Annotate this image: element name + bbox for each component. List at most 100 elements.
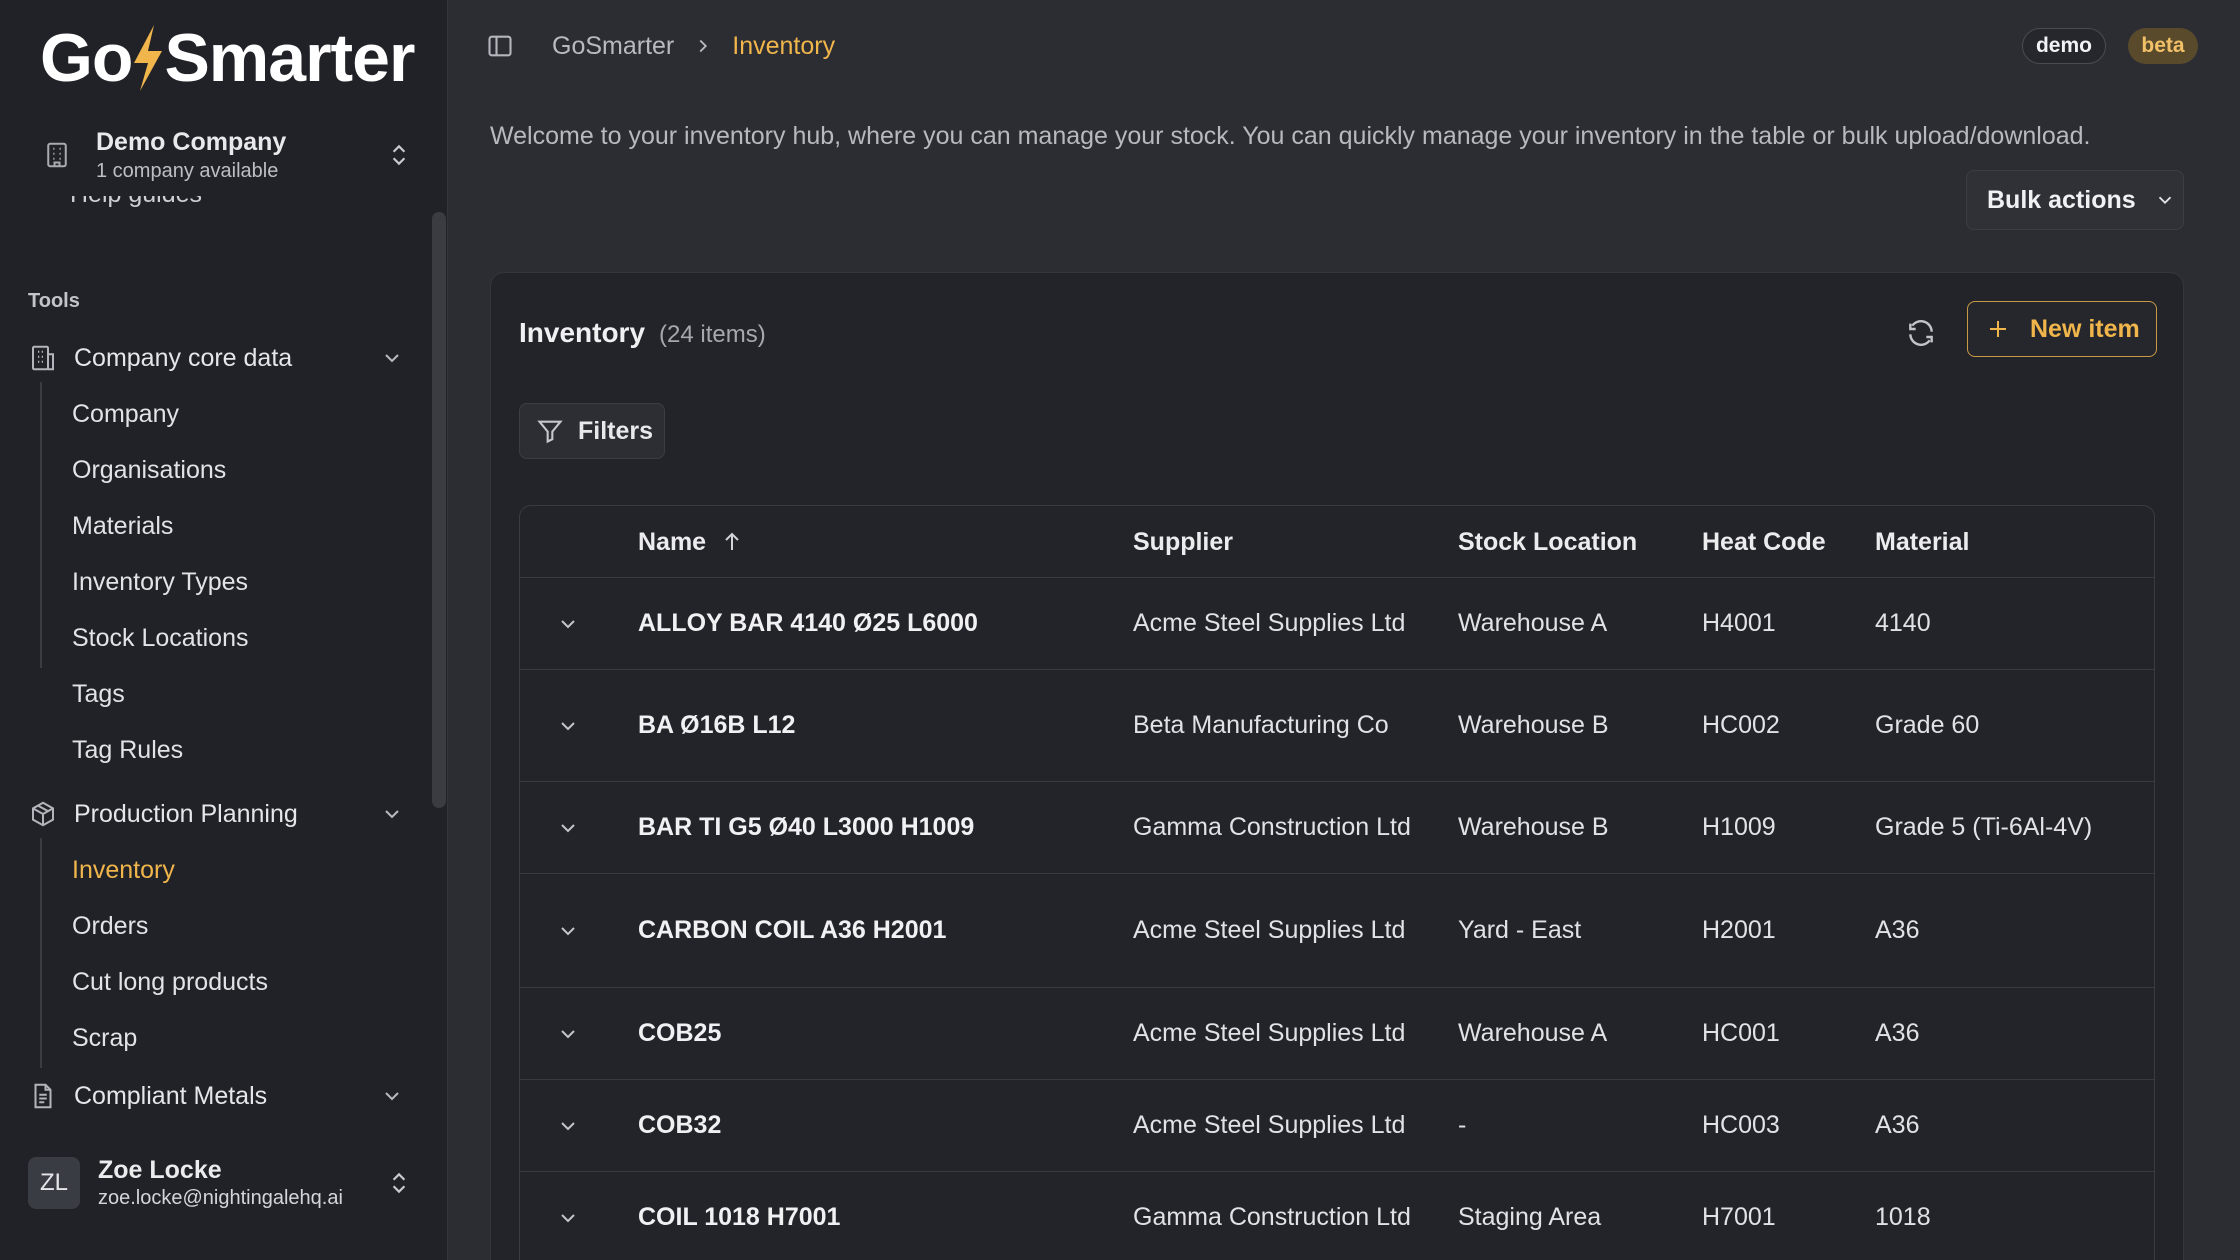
column-header-supplier[interactable]: Supplier [1133, 506, 1233, 578]
chevron-down-icon[interactable] [556, 714, 580, 738]
breadcrumb: GoSmarter Inventory [552, 28, 835, 64]
table-row[interactable]: COIL 1018 H7001 Gamma Construction Ltd S… [520, 1172, 2154, 1260]
cell-stock-location: Warehouse A [1458, 609, 1608, 637]
sidebar-subtree-company-core-data: Company Organisations Materials Inventor… [40, 382, 249, 764]
building-icon [32, 345, 54, 371]
cell-material: 1018 [1875, 1203, 1931, 1231]
cell-stock-location: Yard - East [1458, 916, 1582, 944]
section-label-tools: Tools [28, 290, 80, 312]
table-row[interactable]: CARBON COIL A36 H2001 Acme Steel Supplie… [520, 874, 2154, 988]
cell-material: A36 [1875, 916, 1920, 944]
sidebar-group-label: Compliant Metals [74, 1081, 268, 1110]
column-header-material[interactable]: Material [1875, 506, 1969, 578]
sidebar-item-tags[interactable]: Tags [72, 672, 402, 716]
cell-heat-code: HC001 [1702, 1019, 1780, 1047]
sidebar-item-company[interactable]: Company [72, 392, 402, 436]
cell-supplier: Acme Steel Supplies Ltd [1133, 1019, 1406, 1047]
document-icon [34, 1083, 52, 1109]
chevron-down-icon[interactable] [556, 919, 580, 943]
cell-name: COB32 [638, 1111, 722, 1139]
bulk-actions-label: Bulk actions [1987, 185, 2136, 214]
company-count: 1 company available [96, 160, 279, 182]
sidebar-item-scrap[interactable]: Scrap [72, 1016, 402, 1060]
table-row[interactable]: COB25 Acme Steel Supplies Ltd Warehouse … [520, 988, 2154, 1080]
cell-material: 4140 [1875, 609, 1931, 637]
sidebar-item-stock-locations[interactable]: Stock Locations [72, 616, 402, 660]
chevron-down-icon[interactable] [556, 1206, 580, 1230]
cell-name: ALLOY BAR 4140 Ø25 L6000 [638, 609, 978, 637]
column-header-label: Heat Code [1702, 527, 1826, 556]
sidebar: Go Smarter Demo Company 1 company availa… [0, 0, 448, 1260]
inventory-card-header: Inventory (24 items) [519, 317, 766, 349]
new-item-button[interactable]: New item [1967, 301, 2157, 357]
sidebar-group-production-planning[interactable]: Production Planning [26, 788, 416, 840]
cell-heat-code: H2001 [1702, 916, 1776, 944]
table-row[interactable]: BAR TI G5 Ø40 L3000 H1009 Gamma Construc… [520, 782, 2154, 874]
filters-button[interactable]: Filters [519, 403, 665, 459]
cell-name: CARBON COIL A36 H2001 [638, 916, 947, 944]
company-switcher[interactable]: Demo Company 1 company available [26, 118, 426, 192]
breadcrumb-root[interactable]: GoSmarter [552, 32, 674, 61]
chevron-down-icon [385, 354, 399, 363]
chevron-down-icon[interactable] [556, 1114, 580, 1138]
cell-name: COB25 [638, 1019, 722, 1047]
sidebar-item-orders[interactable]: Orders [72, 904, 402, 948]
sidebar-item-help-guides[interactable]: Help guides [30, 196, 202, 209]
sidebar-item-tag-rules[interactable]: Tag Rules [72, 728, 402, 772]
table-row[interactable]: COB32 Acme Steel Supplies Ltd - HC003 A3… [520, 1080, 2154, 1172]
sidebar-item-cut-long-products[interactable]: Cut long products [72, 960, 402, 1004]
lightning-bolt-icon [134, 25, 163, 91]
chevron-down-icon[interactable] [556, 1022, 580, 1046]
sidebar-item-materials[interactable]: Materials [72, 504, 402, 548]
chevron-right-icon [699, 39, 708, 53]
cell-heat-code: H7001 [1702, 1203, 1776, 1231]
cell-heat-code: H4001 [1702, 609, 1776, 637]
inventory-item-count: (24 items) [659, 321, 766, 348]
cell-supplier: Acme Steel Supplies Ltd [1133, 609, 1406, 637]
breadcrumb-current: Inventory [732, 31, 836, 60]
sidebar-toggle-icon[interactable] [486, 32, 514, 60]
chevron-down-icon [385, 810, 399, 819]
sidebar-scrollbar[interactable] [432, 212, 446, 808]
chevrons-up-down-icon [392, 144, 406, 166]
new-item-label: New item [2030, 314, 2140, 343]
cell-material: Grade 60 [1875, 711, 1980, 739]
cell-material: Grade 5 (Ti-6Al-4V) [1875, 813, 2093, 841]
table-header: Name Supplier Stock Location Heat Code M… [520, 506, 2154, 578]
cell-heat-code: H1009 [1702, 813, 1776, 841]
cell-stock-location: Warehouse B [1458, 813, 1609, 841]
sidebar-item-organisations[interactable]: Organisations [72, 448, 402, 492]
bulk-actions-button[interactable]: Bulk actions [1966, 170, 2184, 230]
cell-name: BA Ø16B L12 [638, 711, 796, 739]
sidebar-group-compliant-metals[interactable]: Compliant Metals [26, 1070, 416, 1122]
table-row[interactable]: ALLOY BAR 4140 Ø25 L6000 Acme Steel Supp… [520, 578, 2154, 670]
cell-supplier: Beta Manufacturing Co [1133, 711, 1389, 739]
chevron-down-icon [2158, 196, 2171, 205]
cell-name: COIL 1018 H7001 [638, 1203, 841, 1231]
user-menu[interactable]: ZL Zoe Locke zoe.locke@nightingalehq.ai [28, 1150, 428, 1216]
filters-label: Filters [578, 416, 654, 445]
column-header-stock-location[interactable]: Stock Location [1458, 506, 1637, 578]
welcome-text: Welcome to your inventory hub, where you… [490, 122, 2091, 150]
sidebar-item-inventory-types[interactable]: Inventory Types [72, 560, 402, 604]
cell-heat-code: HC003 [1702, 1111, 1780, 1139]
sort-ascending-icon [725, 532, 739, 550]
inventory-card: Inventory (24 items) New item Filters Na… [490, 272, 2184, 1260]
column-header-name[interactable]: Name [638, 506, 744, 578]
sidebar-group-company-core-data[interactable]: Company core data [26, 332, 416, 384]
chevron-down-icon[interactable] [556, 612, 580, 636]
sidebar-item-label: Help guides [70, 196, 202, 209]
table-row[interactable]: BA Ø16B L12 Beta Manufacturing Co Wareho… [520, 670, 2154, 782]
sidebar-item-inventory[interactable]: Inventory [72, 848, 402, 892]
chevron-down-icon[interactable] [556, 816, 580, 840]
refresh-icon[interactable] [1905, 317, 1937, 349]
column-header-heat-code[interactable]: Heat Code [1702, 506, 1826, 578]
plus-icon [1990, 321, 2006, 337]
filter-icon [537, 420, 563, 444]
sidebar-group-label: Company core data [74, 343, 293, 372]
logo-text-smarter: Smarter [164, 20, 415, 96]
gosmarter-logo[interactable]: Go Smarter [40, 18, 415, 98]
cell-supplier: Acme Steel Supplies Ltd [1133, 916, 1406, 944]
cell-stock-location: Warehouse B [1458, 711, 1609, 739]
logo-text-go: Go [40, 20, 133, 96]
